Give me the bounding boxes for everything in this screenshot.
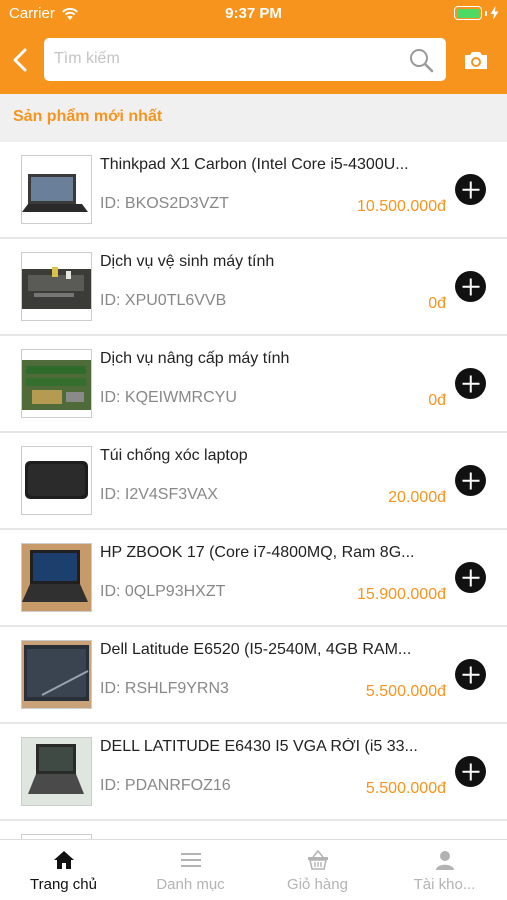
menu-icon bbox=[180, 853, 201, 867]
tab-home-label: Trang chủ bbox=[30, 876, 97, 893]
product-item[interactable]: HP ZBOOK 17 (Core i7-4800MQ, Ram 8G... I… bbox=[0, 530, 507, 625]
product-price: 10.500.000đ bbox=[357, 198, 446, 215]
product-id: ID: KQEIWMRCYU bbox=[100, 389, 237, 406]
tab-categories-label: Danh mục bbox=[156, 876, 225, 893]
product-thumbnail bbox=[21, 349, 92, 418]
tab-account[interactable]: Tài kho... bbox=[381, 840, 507, 900]
product-price: 0đ bbox=[428, 392, 446, 409]
product-price: 5.500.000đ bbox=[365, 683, 446, 700]
section-title: Sản phẩm mới nhất bbox=[13, 108, 163, 125]
product-name: HP ZBOOK 17 (Core i7-4800MQ, Ram 8G... bbox=[100, 544, 415, 561]
charging-bolt-icon bbox=[490, 6, 499, 20]
product-price: 15.900.000đ bbox=[357, 586, 446, 603]
tab-cart-label: Giỏ hàng bbox=[287, 876, 348, 893]
add-to-cart-button[interactable] bbox=[455, 271, 486, 302]
product-id: ID: RSHLF9YRN3 bbox=[100, 680, 229, 697]
search-placeholder: Tìm kiếm bbox=[54, 50, 120, 67]
product-id: ID: XPU0TL6VVB bbox=[100, 292, 227, 309]
tab-home[interactable]: Trang chủ bbox=[0, 840, 127, 900]
add-to-cart-button[interactable] bbox=[455, 174, 486, 205]
tab-account-label: Tài kho... bbox=[413, 876, 476, 893]
add-to-cart-button[interactable] bbox=[455, 562, 486, 593]
product-name: Thinkpad X1 Carbon (Intel Core i5-4300U.… bbox=[100, 156, 409, 173]
add-to-cart-button[interactable] bbox=[455, 465, 486, 496]
product-thumbnail bbox=[21, 446, 92, 515]
product-thumbnail bbox=[21, 155, 92, 224]
product-name: Dịch vụ nâng cấp máy tính bbox=[100, 350, 290, 367]
tab-cart[interactable]: Giỏ hàng bbox=[254, 840, 381, 900]
product-item[interactable] bbox=[0, 821, 507, 839]
product-id: ID: I2V4SF3VAX bbox=[100, 486, 218, 503]
product-item[interactable]: Dịch vụ nâng cấp máy tính ID: KQEIWMRCYU… bbox=[0, 336, 507, 431]
product-name: DELL LATITUDE E6430 I5 VGA RỜI (i5 33... bbox=[100, 738, 418, 755]
search-icon[interactable] bbox=[408, 47, 434, 73]
search-field[interactable]: Tìm kiếm bbox=[44, 38, 446, 81]
product-item[interactable]: Dịch vụ vệ sinh máy tính ID: XPU0TL6VVB … bbox=[0, 239, 507, 334]
basket-icon bbox=[307, 849, 328, 870]
product-item[interactable]: Dell Latitude E6520 (I5-2540M, 4GB RAM..… bbox=[0, 627, 507, 722]
add-to-cart-button[interactable] bbox=[455, 368, 486, 399]
app-header: Carrier 9:37 PM Tìm kiếm bbox=[0, 0, 507, 94]
product-thumbnail bbox=[21, 737, 92, 806]
back-button[interactable] bbox=[10, 47, 32, 73]
product-thumbnail bbox=[21, 543, 92, 612]
status-time: 9:37 PM bbox=[225, 5, 282, 22]
product-price: 20.000đ bbox=[388, 489, 446, 506]
product-name: Dịch vụ vệ sinh máy tính bbox=[100, 253, 275, 270]
product-name: Dell Latitude E6520 (I5-2540M, 4GB RAM..… bbox=[100, 641, 412, 658]
tab-categories[interactable]: Danh mục bbox=[127, 840, 254, 900]
home-icon bbox=[53, 851, 74, 869]
camera-icon[interactable] bbox=[463, 49, 489, 71]
product-price: 0đ bbox=[428, 295, 446, 312]
product-price: 5.500.000đ bbox=[365, 780, 446, 797]
product-thumbnail bbox=[21, 640, 92, 709]
product-id: ID: BKOS2D3VZT bbox=[100, 195, 229, 212]
status-bar: Carrier 9:37 PM bbox=[0, 0, 507, 28]
product-thumbnail bbox=[21, 252, 92, 321]
battery-icon bbox=[454, 6, 499, 20]
tab-bar: Trang chủ Danh mục Giỏ hàng Tài kho... bbox=[0, 839, 507, 900]
product-item[interactable]: Thinkpad X1 Carbon (Intel Core i5-4300U.… bbox=[0, 142, 507, 237]
product-name: Túi chống xóc laptop bbox=[100, 447, 248, 464]
product-list[interactable]: Thinkpad X1 Carbon (Intel Core i5-4300U.… bbox=[0, 142, 507, 839]
section-header: Sản phẩm mới nhất bbox=[0, 94, 507, 140]
product-item[interactable]: DELL LATITUDE E6430 I5 VGA RỜI (i5 33...… bbox=[0, 724, 507, 819]
add-to-cart-button[interactable] bbox=[455, 659, 486, 690]
product-id: ID: 0QLP93HXZT bbox=[100, 583, 226, 600]
product-id: ID: PDANRFOZ16 bbox=[100, 777, 231, 794]
user-icon bbox=[435, 851, 454, 870]
product-item[interactable]: Túi chống xóc laptop ID: I2V4SF3VAX 20.0… bbox=[0, 433, 507, 528]
nav-row: Tìm kiếm bbox=[0, 37, 507, 83]
add-to-cart-button[interactable] bbox=[455, 756, 486, 787]
